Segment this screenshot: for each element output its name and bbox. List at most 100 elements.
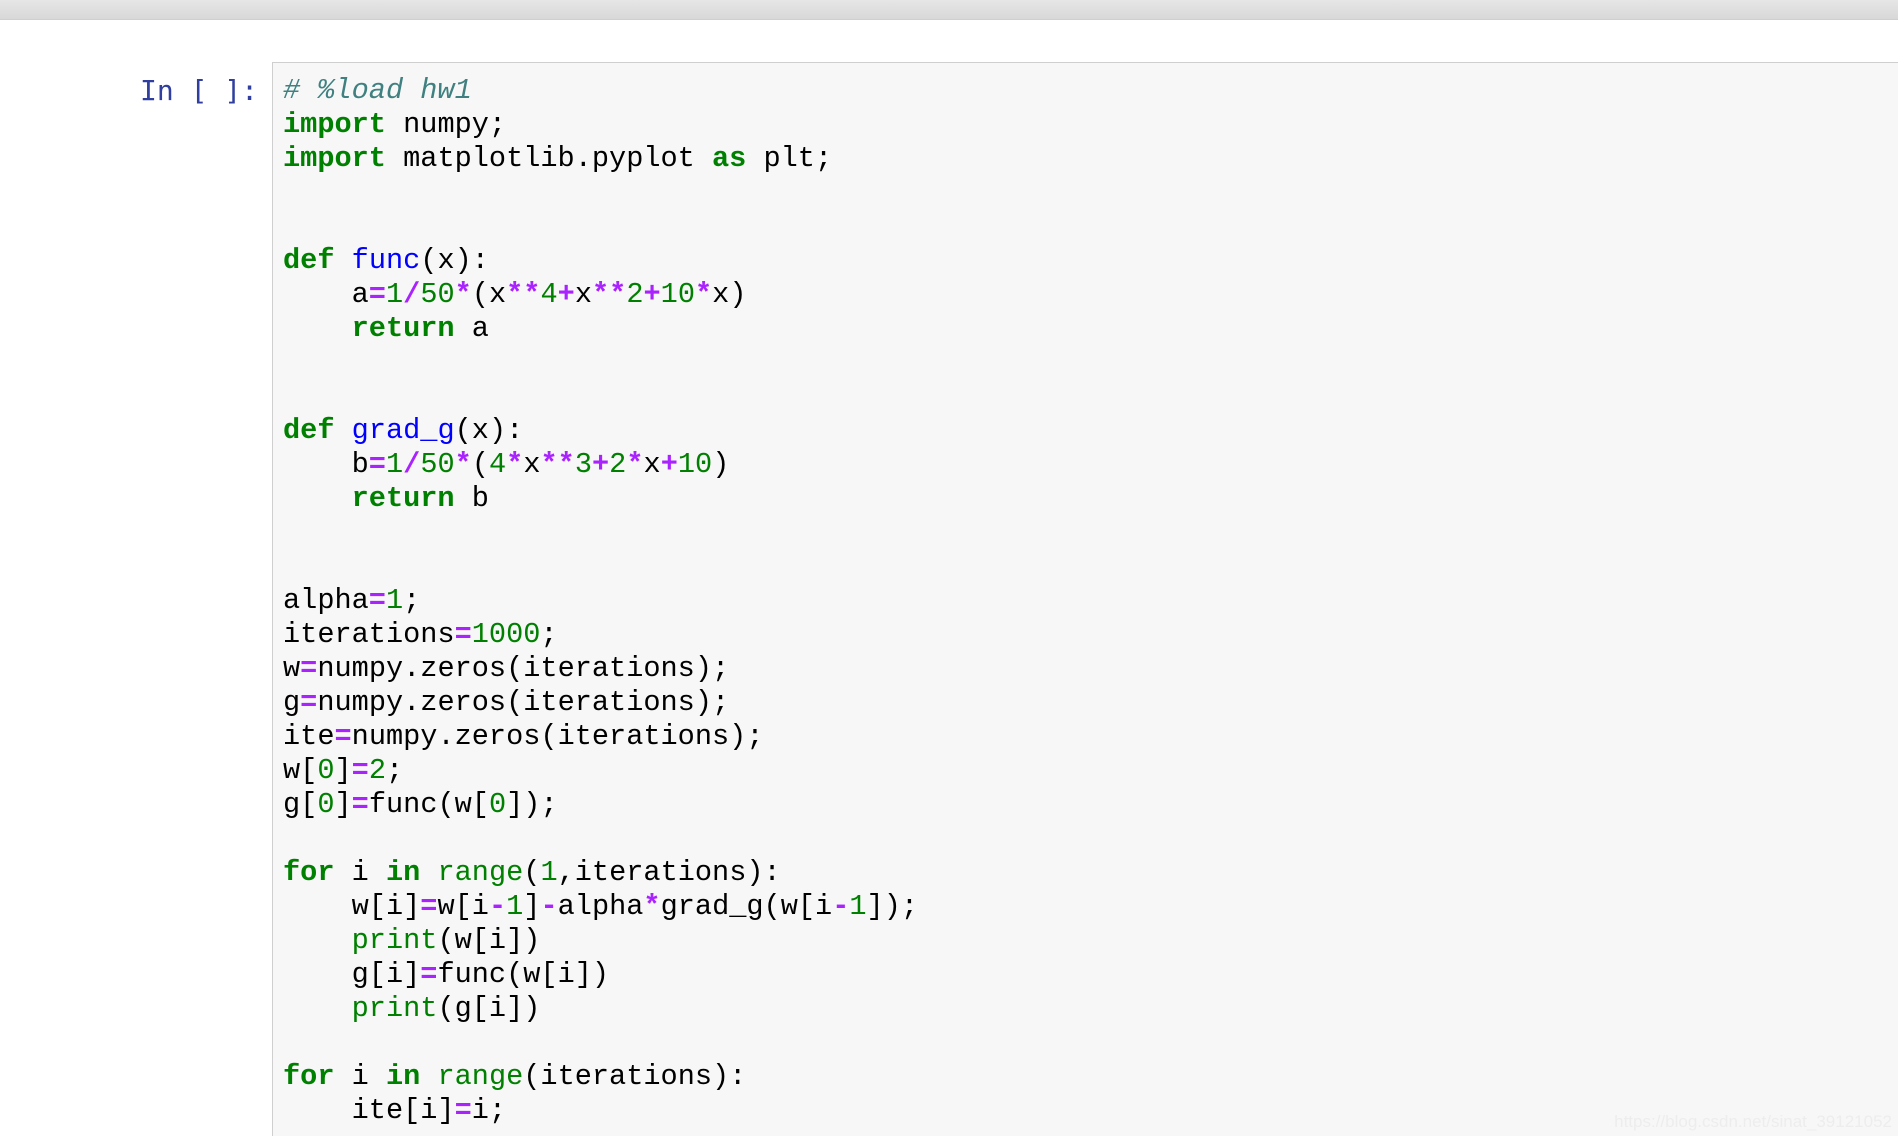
code-token-plain: b — [454, 482, 489, 515]
code-token-kw: for — [283, 856, 335, 889]
code-token-op: * — [454, 278, 472, 311]
watermark-text: https://blog.csdn.net/sinat_39121052 — [1614, 1112, 1892, 1131]
code-line: iterations=1000; — [283, 618, 918, 652]
code-token-plain: ( — [523, 856, 541, 889]
code-token-plain: ]); — [866, 890, 919, 923]
code-token-op: - — [540, 890, 558, 923]
code-line: return b — [283, 482, 918, 516]
code-token-plain: iterations — [283, 618, 455, 651]
code-token-plain: numpy.zeros(iterations); — [317, 652, 730, 685]
code-line: import matplotlib.pyplot as plt; — [283, 142, 918, 176]
code-token-plain: func(w[i]) — [437, 958, 610, 991]
code-token-plain: ; — [403, 584, 421, 617]
code-token-plain: (w[i]) — [437, 924, 541, 957]
cell-input-prompt: In [ ]: — [140, 74, 259, 107]
code-token-plain: g[ — [283, 788, 318, 821]
code-token-op: = — [368, 278, 386, 311]
code-line: b=1/50*(4*x**3+2*x+10) — [283, 448, 918, 482]
code-token-op: + — [592, 448, 610, 481]
code-token-plain: w[i] — [283, 890, 421, 923]
code-token-op: = — [351, 754, 369, 787]
code-token-plain: grad_g(w[i — [660, 890, 833, 923]
code-token-plain: (x — [471, 278, 507, 311]
code-token-op: = — [420, 890, 438, 923]
code-token-op: = — [368, 584, 386, 617]
code-token-num: 4 — [540, 278, 558, 311]
code-token-op: * — [694, 278, 713, 311]
code-token-num: 4 — [488, 448, 507, 481]
code-line: w[i]=w[i-1]-alpha*grad_g(w[i-1]); — [283, 890, 918, 924]
code-token-kw: as — [712, 142, 747, 175]
code-token-num: 1 — [506, 890, 524, 923]
browser-top-bar — [0, 0, 1898, 20]
code-token-plain: numpy.zeros(iterations); — [317, 686, 730, 719]
code-token-op: / — [403, 278, 421, 311]
code-token-kw: return — [351, 482, 455, 515]
code-token-plain: (iterations): — [523, 1060, 747, 1093]
code-token-plain: alpha — [283, 584, 369, 617]
code-token-builtin: print — [351, 992, 438, 1025]
code-token-num: 0 — [317, 754, 335, 787]
code-token-plain: ite — [283, 720, 335, 753]
code-token-op: = — [351, 788, 369, 821]
code-token-plain: ; — [540, 618, 558, 651]
code-line: g=numpy.zeros(iterations); — [283, 686, 918, 720]
code-token-plain: plt; — [746, 142, 833, 175]
code-token-num: 50 — [420, 448, 455, 481]
code-token-builtin: print — [351, 924, 438, 957]
code-line: g[i]=func(w[i]) — [283, 958, 918, 992]
code-token-plain: w[i — [437, 890, 489, 923]
code-token-plain: w[ — [283, 754, 318, 787]
code-token-op: = — [420, 958, 438, 991]
code-token-num: 10 — [660, 278, 695, 311]
code-token-num: 1 — [385, 584, 404, 617]
code-token-kw: def — [283, 244, 335, 277]
code-line: ite[i]=i; — [283, 1094, 918, 1128]
code-token-plain: x — [523, 448, 541, 481]
code-token-plain: ; — [386, 754, 404, 787]
code-line: import numpy; — [283, 108, 918, 142]
code-token-op: = — [454, 1094, 472, 1127]
code-token-num: 0 — [488, 788, 507, 821]
code-token-plain: b — [283, 448, 369, 481]
code-editor-text[interactable]: # %load hw1 import numpy; import matplotli… — [283, 74, 918, 1128]
code-token-num: 10 — [677, 448, 713, 481]
code-token-plain: a — [283, 278, 369, 311]
code-line: w[0]=2; — [283, 754, 918, 788]
code-line: g[0]=func(w[0]); — [283, 788, 918, 822]
code-token-comment: # %load hw1 — [283, 74, 472, 107]
code-token-builtin: range — [437, 856, 524, 889]
code-token-op: + — [660, 448, 678, 481]
code-token-plain: numpy; — [385, 108, 507, 141]
code-token-op: / — [403, 448, 421, 481]
code-token-op: * — [643, 890, 661, 923]
code-token-op: * — [454, 448, 472, 481]
code-token-num: 2 — [609, 448, 627, 481]
code-token-op: - — [832, 890, 850, 923]
code-token-fn: grad_g — [351, 414, 455, 447]
code-token-fn: func — [351, 244, 421, 277]
code-token-plain: ,iterations): — [557, 856, 781, 889]
code-token-plain: x — [643, 448, 661, 481]
code-token-plain: matplotlib.pyplot — [385, 142, 712, 175]
code-token-num: 2 — [368, 754, 387, 787]
code-token-plain: x) — [712, 278, 747, 311]
code-token-plain: a — [454, 312, 489, 345]
code-token-op: = — [368, 448, 386, 481]
code-token-kw: in — [385, 1060, 421, 1093]
code-token-plain: i — [334, 1060, 386, 1093]
code-token-plain: ] — [334, 754, 352, 787]
code-token-kw: return — [351, 312, 455, 345]
